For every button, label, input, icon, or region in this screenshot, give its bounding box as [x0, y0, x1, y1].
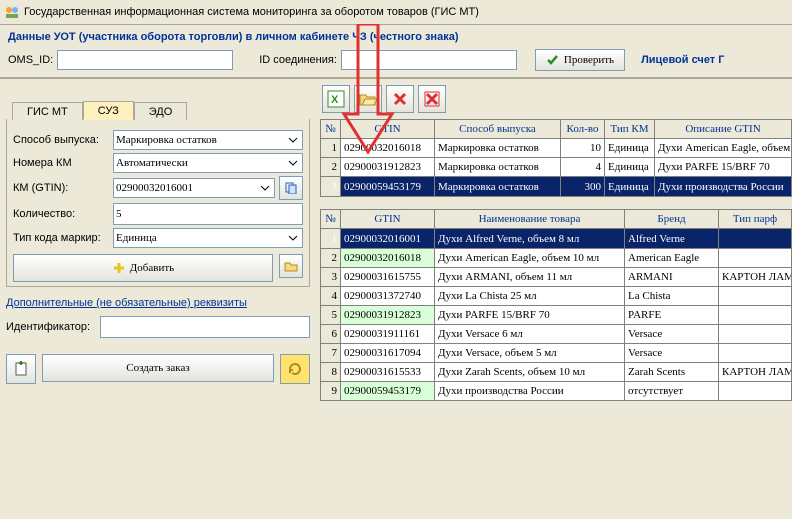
- add-button-label: Добавить: [130, 262, 174, 274]
- table-row[interactable]: 802900031615533Духи Zarah Scents, объем …: [321, 363, 792, 382]
- refresh-button[interactable]: [280, 354, 310, 384]
- tab-edo[interactable]: ЭДО: [134, 102, 188, 120]
- oms-row: OMS_ID: ID соединения: Проверить Лицевой…: [0, 45, 792, 78]
- release-select[interactable]: Маркировка остатков: [113, 130, 303, 150]
- col-qty[interactable]: Кол-во: [561, 120, 605, 139]
- left-panel: ГИС МТ СУЗ ЭДО Способ выпуска: Маркировка…: [0, 78, 316, 400]
- col-gtin[interactable]: GTIN: [341, 120, 435, 139]
- excel-export-button[interactable]: X: [322, 85, 350, 113]
- app-icon: [4, 4, 20, 20]
- check-button-label: Проверить: [564, 54, 614, 66]
- delete-row-button[interactable]: [386, 85, 414, 113]
- table-row[interactable]: 502900031912823Духи PARFE 15/BRF 70PARFE: [321, 306, 792, 325]
- ident-label: Идентификатор:: [6, 321, 96, 333]
- numbers-label: Номера КМ: [13, 157, 109, 169]
- col-type[interactable]: Тип КМ: [605, 120, 655, 139]
- table-row[interactable]: 102900032016001Духи Alfred Verne, объем …: [321, 229, 792, 249]
- tab-gismt[interactable]: ГИС МТ: [12, 102, 83, 120]
- qty-label: Количество:: [13, 208, 109, 220]
- oms-id-input[interactable]: [57, 50, 233, 70]
- right-panel: X № GTIN Способ выпуска Кол-во Тип КМ Оп…: [316, 78, 792, 401]
- extra-link[interactable]: Дополнительные (не обязательные) реквизи…: [6, 297, 247, 309]
- col-n[interactable]: №: [321, 120, 341, 139]
- check-icon: [546, 53, 560, 67]
- gtin-select[interactable]: 02900032016001: [113, 178, 275, 198]
- type-label: Тип кода маркир:: [13, 232, 109, 244]
- window-title: Государственная информационная система м…: [24, 6, 479, 18]
- col2-brand[interactable]: Бренд: [625, 210, 719, 229]
- tabs: ГИС МТ СУЗ ЭДО: [6, 85, 310, 119]
- account-link[interactable]: Лицевой счет Г: [641, 54, 724, 66]
- toolbar: X: [320, 85, 792, 113]
- section-header: Данные УОТ (участника оборота торговли) …: [0, 25, 792, 45]
- gtin-label: КМ (GTIN):: [13, 182, 109, 194]
- col2-perf[interactable]: Тип парф: [719, 210, 792, 229]
- table-row[interactable]: 702900031617094Духи Versace, объем 5 млV…: [321, 344, 792, 363]
- qty-input[interactable]: [113, 203, 303, 225]
- oms-id-label: OMS_ID:: [8, 54, 53, 66]
- table-row[interactable]: 102900032016018Маркировка остатков10Един…: [321, 139, 792, 158]
- table-row[interactable]: 302900059453179Маркировка остатков300Еди…: [321, 177, 792, 197]
- type-select[interactable]: Единица: [113, 228, 303, 248]
- gtin-copy-icon[interactable]: [279, 176, 303, 200]
- table-row[interactable]: 402900031372740Духи La Chista 25 млLa Ch…: [321, 287, 792, 306]
- table-row[interactable]: 202900032016018Духи American Eagle, объе…: [321, 249, 792, 268]
- delete-all-button[interactable]: [418, 85, 446, 113]
- ident-input[interactable]: [100, 316, 310, 338]
- open-button[interactable]: [354, 85, 382, 113]
- orders-grid[interactable]: № GTIN Способ выпуска Кол-во Тип КМ Опис…: [320, 119, 792, 197]
- col2-gtin[interactable]: GTIN: [341, 210, 435, 229]
- create-order-label: Создать заказ: [126, 362, 189, 374]
- table-row[interactable]: 602900031911161Духи Versace 6 млVersace: [321, 325, 792, 344]
- add-button[interactable]: Добавить: [13, 254, 273, 282]
- check-button[interactable]: Проверить: [535, 49, 625, 71]
- titlebar: Государственная информационная система м…: [0, 0, 792, 25]
- col2-name[interactable]: Наименование товара: [435, 210, 625, 229]
- conn-id-label: ID соединения:: [259, 54, 337, 66]
- tab-suz[interactable]: СУЗ: [83, 101, 134, 120]
- table-row[interactable]: 302900031615755Духи ARMANI, объем 11 млA…: [321, 268, 792, 287]
- col-desc[interactable]: Описание GTIN: [655, 120, 792, 139]
- plus-icon: [112, 261, 126, 275]
- new-doc-button[interactable]: [6, 354, 36, 384]
- create-order-button[interactable]: Создать заказ: [42, 354, 274, 382]
- table-row[interactable]: 202900031912823Маркировка остатков4Едини…: [321, 158, 792, 177]
- table-row[interactable]: 902900059453179Духи производства Россиио…: [321, 382, 792, 401]
- conn-id-input[interactable]: [341, 50, 517, 70]
- col2-n[interactable]: №: [321, 210, 341, 229]
- svg-text:X: X: [331, 94, 339, 106]
- open-folder-button[interactable]: [279, 254, 303, 278]
- catalog-grid[interactable]: № GTIN Наименование товара Бренд Тип пар…: [320, 209, 792, 401]
- release-label: Способ выпуска:: [13, 134, 109, 146]
- numbers-select[interactable]: Автоматически: [113, 153, 303, 173]
- col-way[interactable]: Способ выпуска: [435, 120, 561, 139]
